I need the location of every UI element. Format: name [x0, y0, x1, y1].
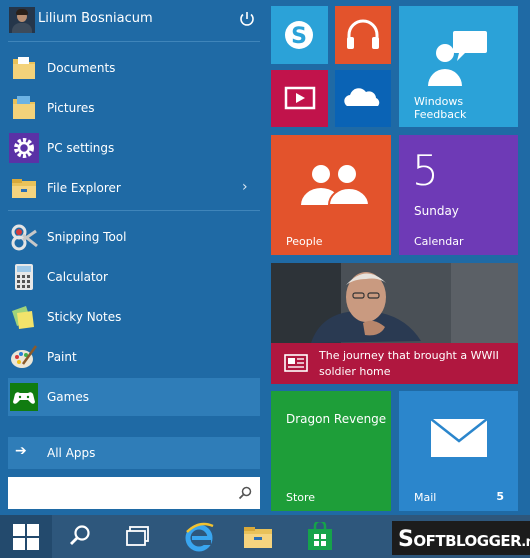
- start-menu: Lilium Bosniacum Documents Pictures PC s…: [0, 0, 530, 515]
- watermark-text: SOFTBLOGGER.net: [398, 527, 530, 552]
- menu-item-label: Snipping Tool: [47, 230, 127, 244]
- windows-logo-icon: [13, 524, 39, 550]
- internet-explorer-button[interactable]: [175, 515, 223, 558]
- task-view-button[interactable]: [114, 515, 162, 558]
- tile-windows-feedback[interactable]: Windows Feedback: [399, 6, 518, 127]
- tile-label: Mail: [414, 491, 437, 504]
- taskbar-search-button[interactable]: [56, 515, 104, 558]
- menu-item-games[interactable]: Games: [8, 378, 260, 416]
- newspaper-icon: [284, 353, 308, 373]
- store-button[interactable]: [296, 515, 344, 558]
- search-input[interactable]: [14, 483, 233, 503]
- menu-item-snipping-tool[interactable]: Snipping Tool: [8, 218, 260, 256]
- menu-item-label: Documents: [47, 61, 116, 75]
- menu-item-label: Games: [47, 390, 89, 404]
- mail-unread-count: 5: [496, 490, 504, 503]
- menu-item-label: Calculator: [47, 270, 108, 284]
- news-photo: [271, 263, 518, 343]
- tile-music[interactable]: [335, 6, 391, 64]
- gear-icon: [9, 133, 39, 163]
- start-button[interactable]: [0, 515, 52, 558]
- all-apps-label: All Apps: [47, 446, 96, 460]
- menu-item-pc-settings[interactable]: PC settings: [8, 129, 260, 167]
- file-explorer-icon: [244, 527, 272, 548]
- watermark-logo: SOFTBLOGGER.net: [392, 521, 530, 555]
- avatar[interactable]: [9, 7, 35, 33]
- menu-item-label: Pictures: [47, 101, 95, 115]
- menu-item-label: PC settings: [47, 141, 115, 155]
- internet-explorer-icon: [185, 522, 214, 552]
- sticky-notes-icon: [9, 302, 39, 332]
- tile-skype[interactable]: S: [271, 6, 328, 64]
- snipping-tool-icon: [9, 222, 39, 252]
- file-explorer-button[interactable]: [234, 515, 282, 558]
- file-explorer-icon: [9, 173, 39, 203]
- store-featured-title: Dragon Revenge: [286, 412, 387, 426]
- chevron-right-icon[interactable]: ›: [242, 179, 248, 195]
- search-icon: [70, 525, 90, 545]
- news-headline: The journey that brought a WWII soldier …: [319, 349, 499, 378]
- games-icon: [9, 382, 39, 412]
- tile-store[interactable]: Dragon Revenge Store: [271, 391, 391, 511]
- menu-item-sticky-notes[interactable]: Sticky Notes: [8, 298, 260, 336]
- tile-mail[interactable]: Mail 5: [399, 391, 518, 511]
- user-header: Lilium Bosniacum: [0, 0, 262, 40]
- power-icon[interactable]: [238, 10, 256, 28]
- tile-calendar[interactable]: 5 Sunday Calendar: [399, 135, 518, 255]
- menu-item-documents[interactable]: Documents: [8, 49, 260, 87]
- menu-item-pictures[interactable]: Pictures: [8, 89, 260, 127]
- svg-text:S: S: [291, 24, 307, 49]
- tile-label: Windows Feedback: [414, 95, 466, 121]
- news-caption-bar: The journey that brought a WWII soldier …: [271, 343, 518, 384]
- paint-icon: [9, 342, 39, 372]
- user-name[interactable]: Lilium Bosniacum: [38, 11, 153, 26]
- taskbar: SOFTBLOGGER.net: [0, 515, 530, 558]
- menu-item-file-explorer[interactable]: File Explorer ›: [8, 169, 260, 207]
- menu-item-label: Paint: [47, 350, 77, 364]
- tile-label: Store: [286, 491, 316, 504]
- calendar-day-name: Sunday: [414, 204, 459, 218]
- menu-item-paint[interactable]: Paint: [8, 338, 260, 376]
- search-box[interactable]: [8, 477, 260, 509]
- calculator-icon: [9, 262, 39, 292]
- pictures-folder-icon: [9, 93, 39, 123]
- tile-onedrive[interactable]: [335, 70, 391, 127]
- menu-item-label: Sticky Notes: [47, 310, 122, 324]
- menu-item-calculator[interactable]: Calculator: [8, 258, 260, 296]
- all-apps-button[interactable]: ➔ All Apps: [8, 437, 260, 469]
- calendar-day-number: 5: [412, 146, 439, 195]
- store-icon: [308, 522, 332, 550]
- tile-video[interactable]: [271, 70, 328, 127]
- arrow-right-icon: ➔: [15, 443, 27, 459]
- watermark-suffix: .net: [521, 535, 530, 550]
- watermark-main: OFTBLOGGER: [413, 532, 522, 550]
- task-view-icon: [126, 526, 149, 546]
- tile-label: People: [286, 235, 323, 248]
- start-left-pane: Lilium Bosniacum Documents Pictures PC s…: [0, 0, 262, 515]
- tile-people[interactable]: People: [271, 135, 391, 255]
- search-icon[interactable]: [238, 485, 252, 500]
- tile-label: Calendar: [414, 235, 464, 248]
- documents-folder-icon: [9, 53, 39, 83]
- menu-item-label: File Explorer: [47, 181, 121, 195]
- tile-label-line-2: Feedback: [414, 108, 467, 121]
- divider: [8, 41, 260, 42]
- divider: [8, 210, 260, 211]
- tile-news[interactable]: The journey that brought a WWII soldier …: [271, 263, 518, 384]
- tile-label-line-1: Windows: [414, 95, 464, 108]
- watermark-prefix: S: [398, 527, 414, 552]
